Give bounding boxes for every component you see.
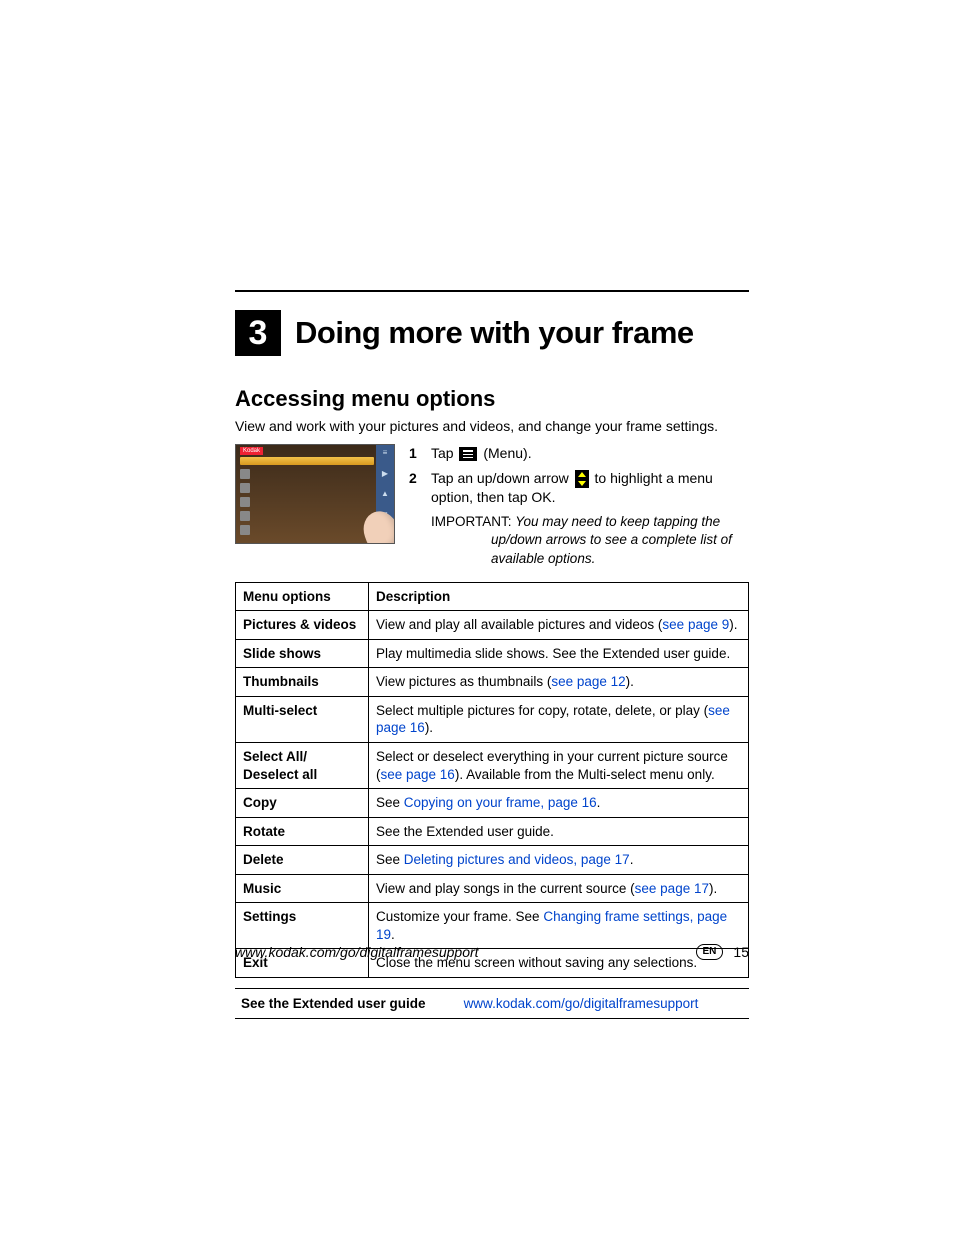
chapter-number: 3 <box>235 310 281 356</box>
menu-option-desc: View pictures as thumbnails (see page 12… <box>369 668 749 697</box>
footer-url[interactable]: www.kodak.com/go/digitalframesupport <box>235 944 479 960</box>
menu-option-name: Select All/ Deselect all <box>236 743 369 789</box>
table-row: Select All/ Deselect allSelect or desele… <box>236 743 749 789</box>
page-reference-link[interactable]: see page 16 <box>381 767 455 782</box>
page-number: 15 <box>733 944 749 960</box>
important-label: IMPORTANT: <box>431 514 515 529</box>
table-row: Slide showsPlay multimedia slide shows. … <box>236 639 749 668</box>
page-reference-link[interactable]: see page 17 <box>635 881 709 896</box>
step-text: (Menu). <box>483 445 531 461</box>
table-row: SettingsCustomize your frame. See Changi… <box>236 903 749 949</box>
page-reference-link[interactable]: Copying on your frame, page 16 <box>404 795 597 810</box>
page-footer: www.kodak.com/go/digitalframesupport EN … <box>235 944 749 960</box>
top-rule <box>235 290 749 292</box>
chapter-heading: 3 Doing more with your frame <box>235 310 749 356</box>
table-row: CopySee Copying on your frame, page 16. <box>236 789 749 818</box>
step-list: 1 Tap (Menu). 2 Tap an up/down arrow to … <box>409 444 749 568</box>
menu-option-name: Pictures & videos <box>236 611 369 640</box>
menu-option-desc: Select multiple pictures for copy, rotat… <box>369 696 749 742</box>
menu-option-desc: See the Extended user guide. <box>369 817 749 846</box>
menu-option-desc: Play multimedia slide shows. See the Ext… <box>369 639 749 668</box>
menu-option-name: Rotate <box>236 817 369 846</box>
table-row: MusicView and play songs in the current … <box>236 874 749 903</box>
chapter-title: Doing more with your frame <box>295 315 694 351</box>
menu-option-name: Slide shows <box>236 639 369 668</box>
table-row: ThumbnailsView pictures as thumbnails (s… <box>236 668 749 697</box>
menu-option-name: Settings <box>236 903 369 949</box>
menu-option-desc: View and play songs in the current sourc… <box>369 874 749 903</box>
extended-guide-label: See the Extended user guide <box>241 996 426 1011</box>
step-text: Tap an up/down arrow <box>431 470 573 486</box>
menu-option-desc: Customize your frame. See Changing frame… <box>369 903 749 949</box>
menu-option-desc: See Deleting pictures and videos, page 1… <box>369 846 749 875</box>
important-note: IMPORTANT: You may need to keep tapping … <box>431 513 749 568</box>
updown-arrow-icon <box>575 470 589 488</box>
important-text: You may need to keep tapping the up/down… <box>491 514 732 565</box>
table-row: RotateSee the Extended user guide. <box>236 817 749 846</box>
table-header-desc: Description <box>369 582 749 611</box>
steps-area: Kodak ≡▶▲▼■ 1 Tap (Menu). 2 Tap an up/do… <box>235 444 749 568</box>
menu-option-name: Delete <box>236 846 369 875</box>
menu-option-name: Multi-select <box>236 696 369 742</box>
extended-guide-link[interactable]: www.kodak.com/go/digitalframesupport <box>464 996 699 1011</box>
menu-option-name: Thumbnails <box>236 668 369 697</box>
table-row: Pictures & videosView and play all avail… <box>236 611 749 640</box>
table-header-menu: Menu options <box>236 582 369 611</box>
menu-option-desc: Select or deselect everything in your cu… <box>369 743 749 789</box>
page-reference-link[interactable]: Deleting pictures and videos, page 17 <box>404 852 630 867</box>
language-badge: EN <box>696 944 724 960</box>
step-1: 1 Tap (Menu). <box>409 444 749 463</box>
step-text: Tap <box>431 445 457 461</box>
step-number: 1 <box>409 444 421 463</box>
step-2: 2 Tap an up/down arrow to highlight a me… <box>409 469 749 507</box>
menu-option-desc: See Copying on your frame, page 16. <box>369 789 749 818</box>
menu-icon <box>459 447 477 461</box>
table-row: DeleteSee Deleting pictures and videos, … <box>236 846 749 875</box>
menu-option-name: Music <box>236 874 369 903</box>
menu-options-table: Menu options Description Pictures & vide… <box>235 582 749 978</box>
menu-option-name: Copy <box>236 789 369 818</box>
extended-guide-row: See the Extended user guide www.kodak.co… <box>235 988 749 1019</box>
page-reference-link[interactable]: see page 12 <box>551 674 625 689</box>
table-row: Multi-selectSelect multiple pictures for… <box>236 696 749 742</box>
frame-screenshot-thumbnail: Kodak ≡▶▲▼■ <box>235 444 395 544</box>
section-intro: View and work with your pictures and vid… <box>235 418 749 434</box>
step-number: 2 <box>409 469 421 507</box>
page-reference-link[interactable]: see page 9 <box>662 617 729 632</box>
menu-option-desc: View and play all available pictures and… <box>369 611 749 640</box>
section-title: Accessing menu options <box>235 386 749 412</box>
